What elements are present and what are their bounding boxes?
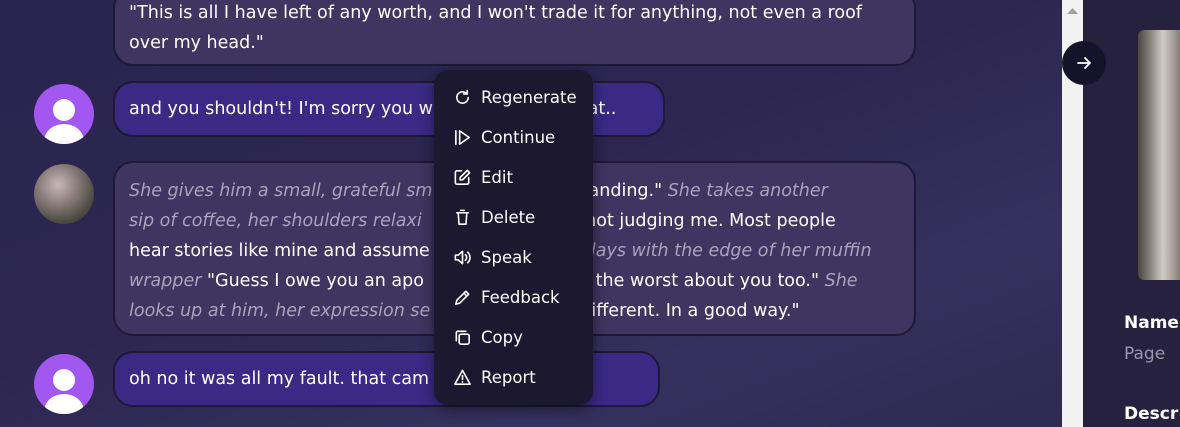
character-avatar (34, 164, 94, 224)
menu-item-label: Report (481, 367, 536, 387)
narration-text: wrapper (129, 271, 202, 291)
dialogue-text: or not judging me. Most people (561, 211, 836, 231)
narration-text: She takes another (662, 181, 828, 201)
pen-icon (452, 287, 472, 307)
continue-icon (452, 127, 472, 147)
narration-text: sip of coffee, her shoulders relaxi (129, 211, 422, 231)
menu-item-continue[interactable]: Continue (434, 117, 593, 157)
menu-item-edit[interactable]: Edit (434, 157, 593, 197)
menu-item-regenerate[interactable]: Regenerate (434, 77, 593, 117)
trash-icon (452, 207, 472, 227)
menu-item-label: Feedback (481, 287, 560, 307)
menu-item-copy[interactable]: Copy (434, 317, 593, 357)
dialogue-text: "Guess I owe you an apo (201, 271, 424, 291)
dialogue-text: different. In a good way." (580, 301, 800, 321)
menu-item-delete[interactable]: Delete (434, 197, 593, 237)
narration-text: She gives him a small, grateful sm (129, 181, 433, 201)
user-avatar (34, 84, 94, 144)
scroll-up-arrow-icon[interactable] (1062, 2, 1083, 20)
chat-area: "This is all I have left of any worth, a… (0, 0, 1062, 427)
menu-item-label: Regenerate (481, 87, 577, 107)
name-label: Name (1124, 313, 1179, 333)
message-text: over my head." (129, 33, 264, 53)
character-image (1138, 30, 1180, 280)
message-text: "This is all I have left of any worth, a… (129, 3, 862, 23)
menu-item-label: Copy (481, 327, 523, 347)
menu-item-report[interactable]: Report (434, 357, 593, 397)
menu-item-label: Continue (481, 127, 556, 147)
narration-text: looks up at him, her expression se (129, 301, 431, 321)
menu-item-feedback[interactable]: Feedback (434, 277, 593, 317)
narration-text: plays with the edge of her muffin (579, 241, 872, 261)
menu-item-label: Edit (481, 167, 513, 187)
message-text: and you shouldn't! I'm sorry you w (129, 99, 433, 119)
toggle-panel-button[interactable] (1062, 41, 1106, 85)
description-label: Descr (1124, 404, 1179, 424)
narration-text: She (819, 271, 858, 291)
regenerate-icon (452, 87, 472, 107)
speaker-icon (452, 247, 472, 267)
warning-icon (452, 367, 472, 387)
user-avatar (34, 354, 94, 414)
message-text: oh no it was all my fault. that cam (129, 369, 430, 389)
dialogue-text: hear stories like mine and assume (129, 241, 430, 261)
dialogue-text: g the worst about you too." (578, 271, 820, 291)
message-context-menu: Regenerate Continue Edit Delete Speak Fe… (434, 70, 593, 405)
name-value: Page (1124, 344, 1166, 364)
menu-item-label: Speak (481, 247, 532, 267)
arrow-right-icon (1077, 57, 1091, 69)
menu-item-speak[interactable]: Speak (434, 237, 593, 277)
copy-icon (452, 327, 472, 347)
bot-message: "This is all I have left of any worth, a… (113, 0, 916, 66)
menu-item-label: Delete (481, 207, 536, 227)
edit-icon (452, 167, 472, 187)
